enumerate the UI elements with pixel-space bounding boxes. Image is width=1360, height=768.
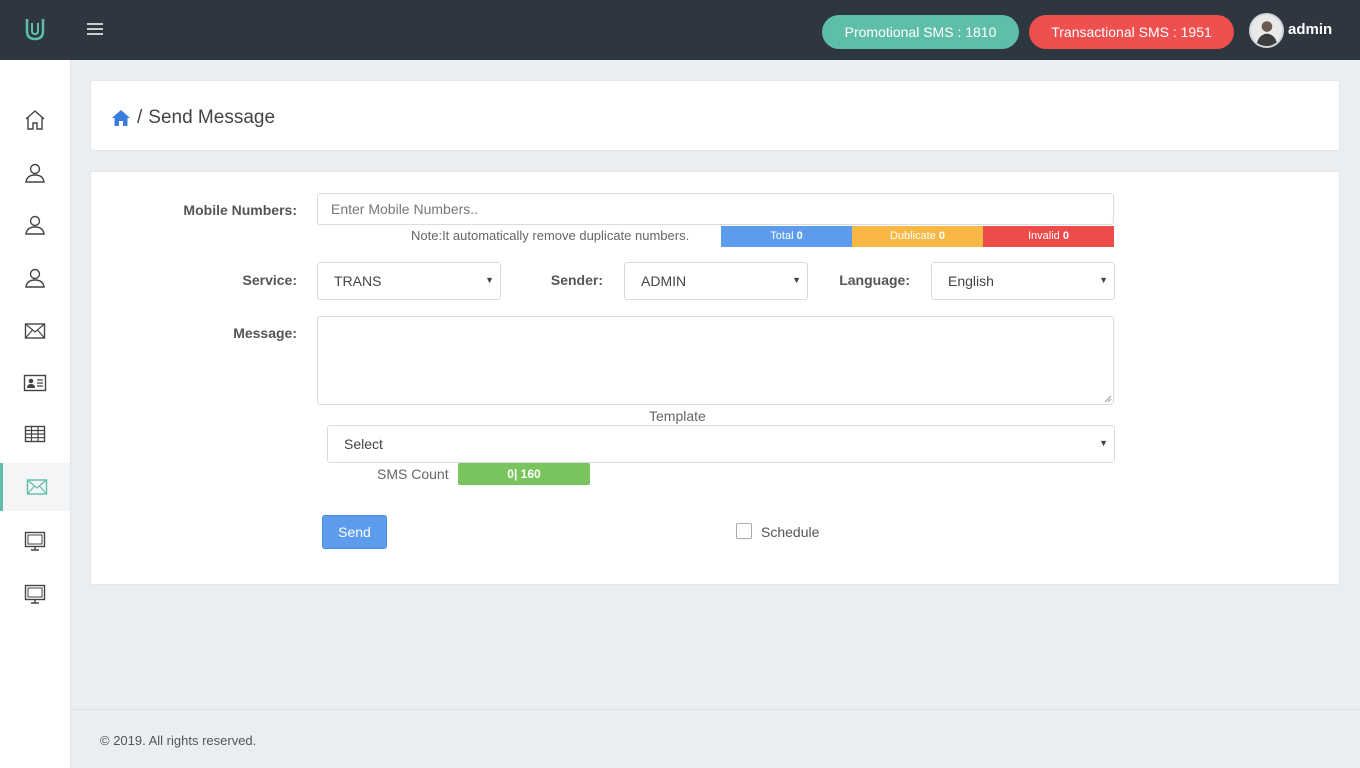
duplicate-note: Note:It automatically remove duplicate n… bbox=[411, 228, 690, 243]
sidebar-item-user-2[interactable] bbox=[0, 201, 70, 249]
sidebar-item-mail[interactable] bbox=[0, 307, 70, 355]
invalid-label: Invalid bbox=[1028, 230, 1060, 242]
home-icon bbox=[25, 110, 45, 130]
breadcrumb: / Send Message bbox=[111, 107, 275, 129]
message-textarea[interactable] bbox=[317, 316, 1114, 405]
sidebar-item-user-1[interactable] bbox=[0, 149, 70, 197]
send-button[interactable]: Send bbox=[322, 515, 387, 549]
mail-icon bbox=[24, 323, 46, 339]
total-value: 0 bbox=[796, 230, 803, 242]
user-icon bbox=[25, 268, 45, 288]
service-value: TRANS bbox=[334, 273, 382, 289]
sidebar bbox=[0, 60, 71, 768]
send-message-form: Mobile Numbers: Enter Mobile Numbers.. N… bbox=[90, 171, 1340, 585]
template-label: Template bbox=[649, 408, 706, 424]
contact-card-icon bbox=[23, 374, 47, 392]
sms-count-badge: 0| 160 bbox=[458, 463, 590, 485]
sidebar-item-user-3[interactable] bbox=[0, 254, 70, 302]
table-icon bbox=[24, 425, 46, 443]
sms-count-label: SMS Count bbox=[377, 466, 449, 482]
user-icon bbox=[25, 215, 45, 235]
app-logo[interactable] bbox=[24, 17, 46, 43]
footer: © 2019. All rights reserved. bbox=[71, 709, 1360, 768]
mobile-numbers-placeholder: Enter Mobile Numbers.. bbox=[331, 201, 479, 217]
transactional-sms-badge[interactable]: Transactional SMS : 1951 bbox=[1029, 15, 1234, 49]
sender-label: Sender: bbox=[550, 272, 603, 288]
breadcrumb-separator: / bbox=[137, 107, 143, 128]
monitor-icon bbox=[24, 584, 46, 604]
chevron-down-icon: ▼ bbox=[1099, 438, 1108, 448]
invalid-count-badge: Invalid 0 bbox=[983, 226, 1114, 247]
service-select[interactable]: TRANS ▼ bbox=[317, 262, 501, 300]
schedule-checkbox[interactable] bbox=[736, 523, 752, 539]
chevron-down-icon: ▼ bbox=[792, 275, 801, 285]
sidebar-item-send-message[interactable] bbox=[0, 463, 70, 511]
language-select[interactable]: English ▼ bbox=[931, 262, 1115, 300]
service-label: Service: bbox=[242, 272, 297, 288]
sender-value: ADMIN bbox=[641, 273, 687, 289]
breadcrumb-card: / Send Message bbox=[90, 80, 1340, 151]
sidebar-item-contacts[interactable] bbox=[0, 359, 70, 407]
sender-select[interactable]: ADMIN ▼ bbox=[624, 262, 808, 300]
duplicate-label: Dublicate bbox=[889, 230, 936, 242]
schedule-label[interactable]: Schedule bbox=[761, 524, 819, 540]
sidebar-item-table[interactable] bbox=[0, 410, 70, 458]
page-title: Send Message bbox=[148, 107, 276, 128]
menu-toggle-icon[interactable] bbox=[87, 23, 103, 37]
user-avatar[interactable] bbox=[1249, 13, 1284, 48]
sidebar-item-home[interactable] bbox=[0, 96, 70, 144]
home-icon[interactable] bbox=[111, 109, 131, 127]
monitor-icon bbox=[24, 531, 46, 551]
sidebar-item-monitor-1[interactable] bbox=[0, 517, 70, 565]
language-value: English bbox=[948, 273, 994, 289]
message-label: Message: bbox=[233, 325, 297, 341]
total-count-badge: Total 0 bbox=[721, 226, 852, 247]
sidebar-item-monitor-2[interactable] bbox=[0, 570, 70, 618]
mobile-numbers-input[interactable]: Enter Mobile Numbers.. bbox=[317, 193, 1114, 225]
chevron-down-icon: ▼ bbox=[1099, 275, 1108, 285]
user-name[interactable]: admin bbox=[1288, 21, 1332, 38]
language-label: Language: bbox=[839, 272, 910, 288]
promotional-sms-badge[interactable]: Promotional SMS : 1810 bbox=[822, 15, 1019, 49]
duplicate-value: 0 bbox=[938, 230, 946, 242]
top-bar: Promotional SMS : 1810 Transactional SMS… bbox=[0, 0, 1360, 60]
user-icon bbox=[25, 163, 45, 183]
copyright-text: © 2019. All rights reserved. bbox=[100, 733, 257, 748]
mail-icon bbox=[26, 479, 47, 495]
total-label: Total bbox=[770, 230, 794, 242]
mobile-numbers-label: Mobile Numbers: bbox=[183, 202, 297, 218]
duplicate-count-badge: Dublicate 0 bbox=[852, 226, 983, 247]
template-select[interactable]: Select ▼ bbox=[327, 425, 1115, 463]
resize-grip-icon[interactable] bbox=[1104, 395, 1112, 403]
template-value: Select bbox=[344, 436, 383, 452]
invalid-value: 0 bbox=[1062, 230, 1069, 242]
chevron-down-icon: ▼ bbox=[485, 275, 494, 285]
